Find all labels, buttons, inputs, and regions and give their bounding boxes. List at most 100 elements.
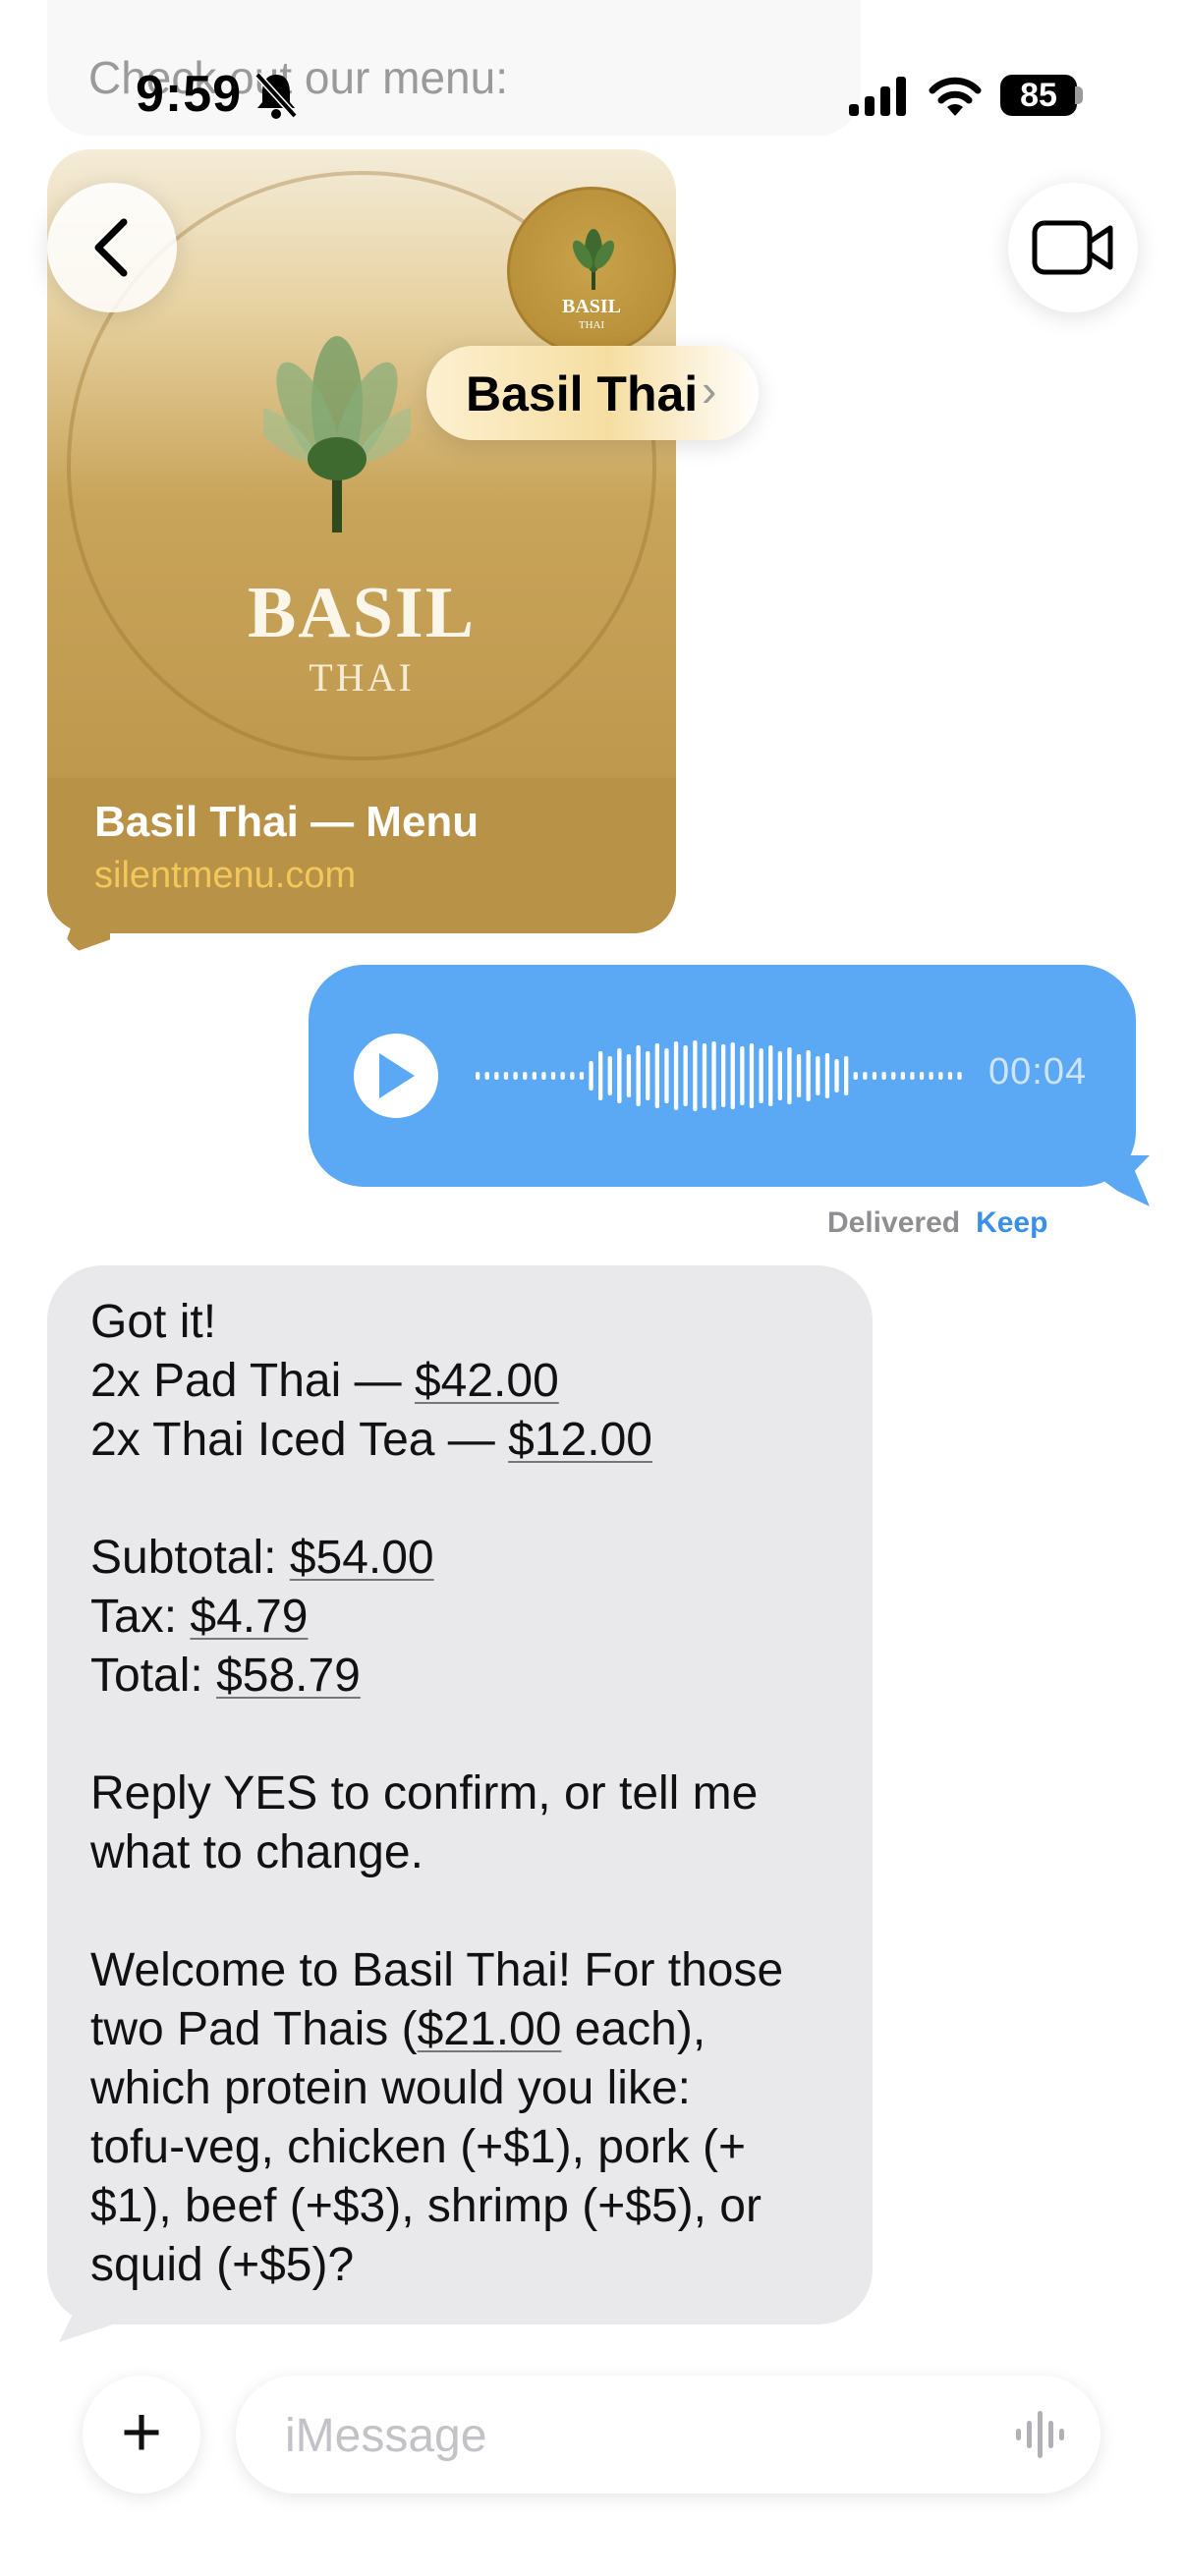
contact-name: Basil Thai [466,366,699,421]
waveform-bar [947,1072,953,1080]
price-link[interactable]: $58.79 [216,1650,361,1702]
logo-subtitle: THAI [309,655,415,700]
waveform-bar [816,1056,820,1095]
price-link[interactable]: $21.00 [418,2003,562,2055]
waveform-bar [523,1072,528,1080]
waveform-bar [853,1072,858,1080]
price-link[interactable]: $42.00 [415,1355,559,1407]
message-line: 2x Pad Thai — $42.00 [90,1352,559,1411]
message-line: Reply YES to confirm, or tell me [90,1767,759,1820]
waveform-bar [636,1045,641,1106]
message-text: 2x Pad Thai — [90,1355,415,1407]
waveform-bar [476,1072,480,1080]
waveform-bar [693,1040,698,1111]
price-link[interactable]: $54.00 [290,1532,434,1584]
message-line: Total: $58.79 [90,1647,361,1706]
avatar-subtitle: THAI [578,319,605,331]
waveform-bar [938,1072,943,1080]
message-text: two Pad Thais ( [90,2003,418,2055]
battery-tip [1075,86,1083,104]
waveform-bar [607,1056,612,1095]
message-line: 2x Thai Iced Tea — $12.00 [90,1411,652,1470]
audio-message-bubble[interactable]: 00:04 [309,965,1136,1187]
waveform-bar [891,1072,896,1080]
message-text: each), [561,2003,706,2055]
waveform-bar [702,1043,707,1108]
waveform-bar [834,1059,839,1092]
basil-leaf-icon [572,229,615,290]
waveform-bar [863,1072,868,1080]
price-link[interactable]: $4.79 [190,1591,308,1643]
message-line: Got it! [90,1296,217,1348]
waveform-bar [872,1072,877,1080]
waveform-bar [900,1072,905,1080]
waveform-bar [806,1050,811,1101]
chevron-right-icon: › [702,364,717,416]
add-attachment-button[interactable]: + [83,2376,200,2493]
waveform-bar [711,1041,716,1110]
waveform-bar [541,1072,546,1080]
waveform-bar [550,1072,556,1080]
waveform-bar [777,1051,782,1100]
waveform-bar [929,1072,933,1080]
message-field[interactable] [236,2376,1100,2493]
wifi-icon [929,77,982,116]
waveform-bar [768,1045,773,1106]
status-time: 9:59 [136,66,243,123]
voice-dictation-icon[interactable] [1012,2407,1067,2462]
waveform-bar [957,1072,962,1080]
waveform-bar [664,1048,669,1103]
waveform-bar [673,1041,679,1110]
waveform-bar [683,1045,688,1106]
message-text: Tax: [90,1591,191,1643]
message-line: tofu-veg, chicken (+$1), pork (+ [90,2121,746,2173]
waveform-bar [598,1051,603,1100]
waveform-bar [740,1046,745,1105]
message-line: squid (+$5)? [90,2239,355,2291]
waveform-bar [844,1056,849,1095]
keep-button[interactable]: Keep [976,1206,1047,1239]
message-line: Welcome to Basil Thai! For those [90,1944,784,1996]
contact-name-button[interactable]: Basil Thai › [426,346,759,440]
waveform-bar [503,1072,509,1080]
waveform-bar [494,1072,499,1080]
message-input[interactable] [283,2403,975,2468]
play-button[interactable] [354,1034,438,1118]
contact-avatar[interactable]: BASIL THAI [507,187,676,356]
back-button[interactable] [47,183,177,312]
avatar-wordmark: BASIL [561,296,622,317]
message-text: 2x Thai Iced Tea — [90,1414,509,1466]
waveform-bar [910,1072,915,1080]
bubble-tail [1097,1155,1150,1206]
plus-icon: + [120,2393,163,2472]
waveform-bar [654,1043,659,1108]
waveform-bar [824,1053,830,1098]
message-text: Total: [90,1650,217,1702]
battery-icon: 85 [1000,75,1077,116]
waveform-bar [759,1048,763,1103]
price-link[interactable]: $12.00 [508,1414,652,1466]
waveform-bar [796,1054,802,1097]
message-line: Tax: $4.79 [90,1588,309,1647]
waveform-bar [881,1072,886,1080]
waveform-bar [749,1043,755,1108]
video-call-button[interactable] [1008,183,1138,312]
link-preview-title: Basil Thai — Menu [94,798,480,846]
delivery-status: Delivered Keep [827,1206,1047,1240]
waveform-bar [646,1051,650,1100]
bell-slash-icon [254,72,298,119]
message-line: which protein would you like: [90,2062,691,2114]
video-camera-icon [1032,220,1113,275]
message-line: Subtotal: $54.00 [90,1529,434,1588]
waveform-bar [730,1042,735,1109]
delivered-label: Delivered [827,1206,961,1239]
basil-leaf-icon [263,336,411,532]
play-icon [379,1053,415,1098]
link-preview-url[interactable]: silentmenu.com [94,855,356,897]
waveform-bar [484,1072,489,1080]
waveform-bar [626,1054,632,1097]
order-message-bubble[interactable]: Got it! 2x Pad Thai — $42.00 2x Thai Iced … [47,1265,873,2324]
signal-icon [849,77,906,116]
message-line: what to change. [90,1826,423,1878]
chevron-left-icon [94,218,128,277]
